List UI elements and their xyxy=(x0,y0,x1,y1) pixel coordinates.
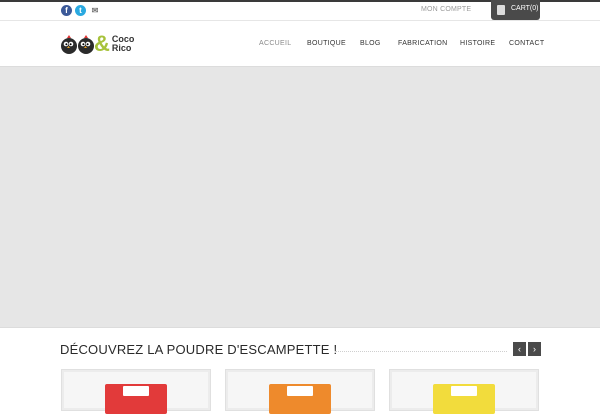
nav-item-contact[interactable]: CONTACT xyxy=(509,40,544,47)
nav-item-histoire[interactable]: HISTOIRE xyxy=(460,40,495,47)
product-image xyxy=(433,384,495,414)
mail-icon[interactable]: ✉ xyxy=(89,5,101,16)
social-links: f t ✉ xyxy=(61,5,101,16)
section-divider xyxy=(335,350,507,352)
carousel-next-button[interactable]: › xyxy=(528,342,541,356)
product-label xyxy=(123,386,149,396)
product-image xyxy=(105,384,167,414)
product-label xyxy=(451,386,477,396)
cart-icon xyxy=(497,5,505,15)
product-card[interactable] xyxy=(225,369,375,414)
carousel-prev-button[interactable]: ‹ xyxy=(513,342,526,356)
section-title: DÉCOUVREZ LA POUDRE D'ESCAMPETTE ! xyxy=(60,342,338,357)
nav-item-accueil[interactable]: ACCUEIL xyxy=(259,40,291,47)
site-header: & Coco Rico ACCUEIL BOUTIQUE BLOG FABRIC… xyxy=(0,21,600,66)
product-label xyxy=(287,386,313,396)
product-card[interactable] xyxy=(61,369,211,414)
cart-label: CART(0) xyxy=(511,5,539,12)
facebook-icon[interactable]: f xyxy=(61,5,72,16)
twitter-icon[interactable]: t xyxy=(75,5,86,16)
nav-item-boutique[interactable]: BOUTIQUE xyxy=(307,40,346,47)
hero-slider[interactable] xyxy=(0,66,600,328)
product-image xyxy=(269,384,331,414)
main-nav: ACCUEIL BOUTIQUE BLOG FABRICATION HISTOI… xyxy=(0,40,600,50)
product-card[interactable] xyxy=(389,369,539,414)
account-link[interactable]: MON COMPTE xyxy=(421,6,471,13)
nav-item-blog[interactable]: BLOG xyxy=(360,40,381,47)
nav-item-fabrication[interactable]: FABRICATION xyxy=(398,40,447,47)
cart-button[interactable]: CART(0) xyxy=(491,0,540,20)
